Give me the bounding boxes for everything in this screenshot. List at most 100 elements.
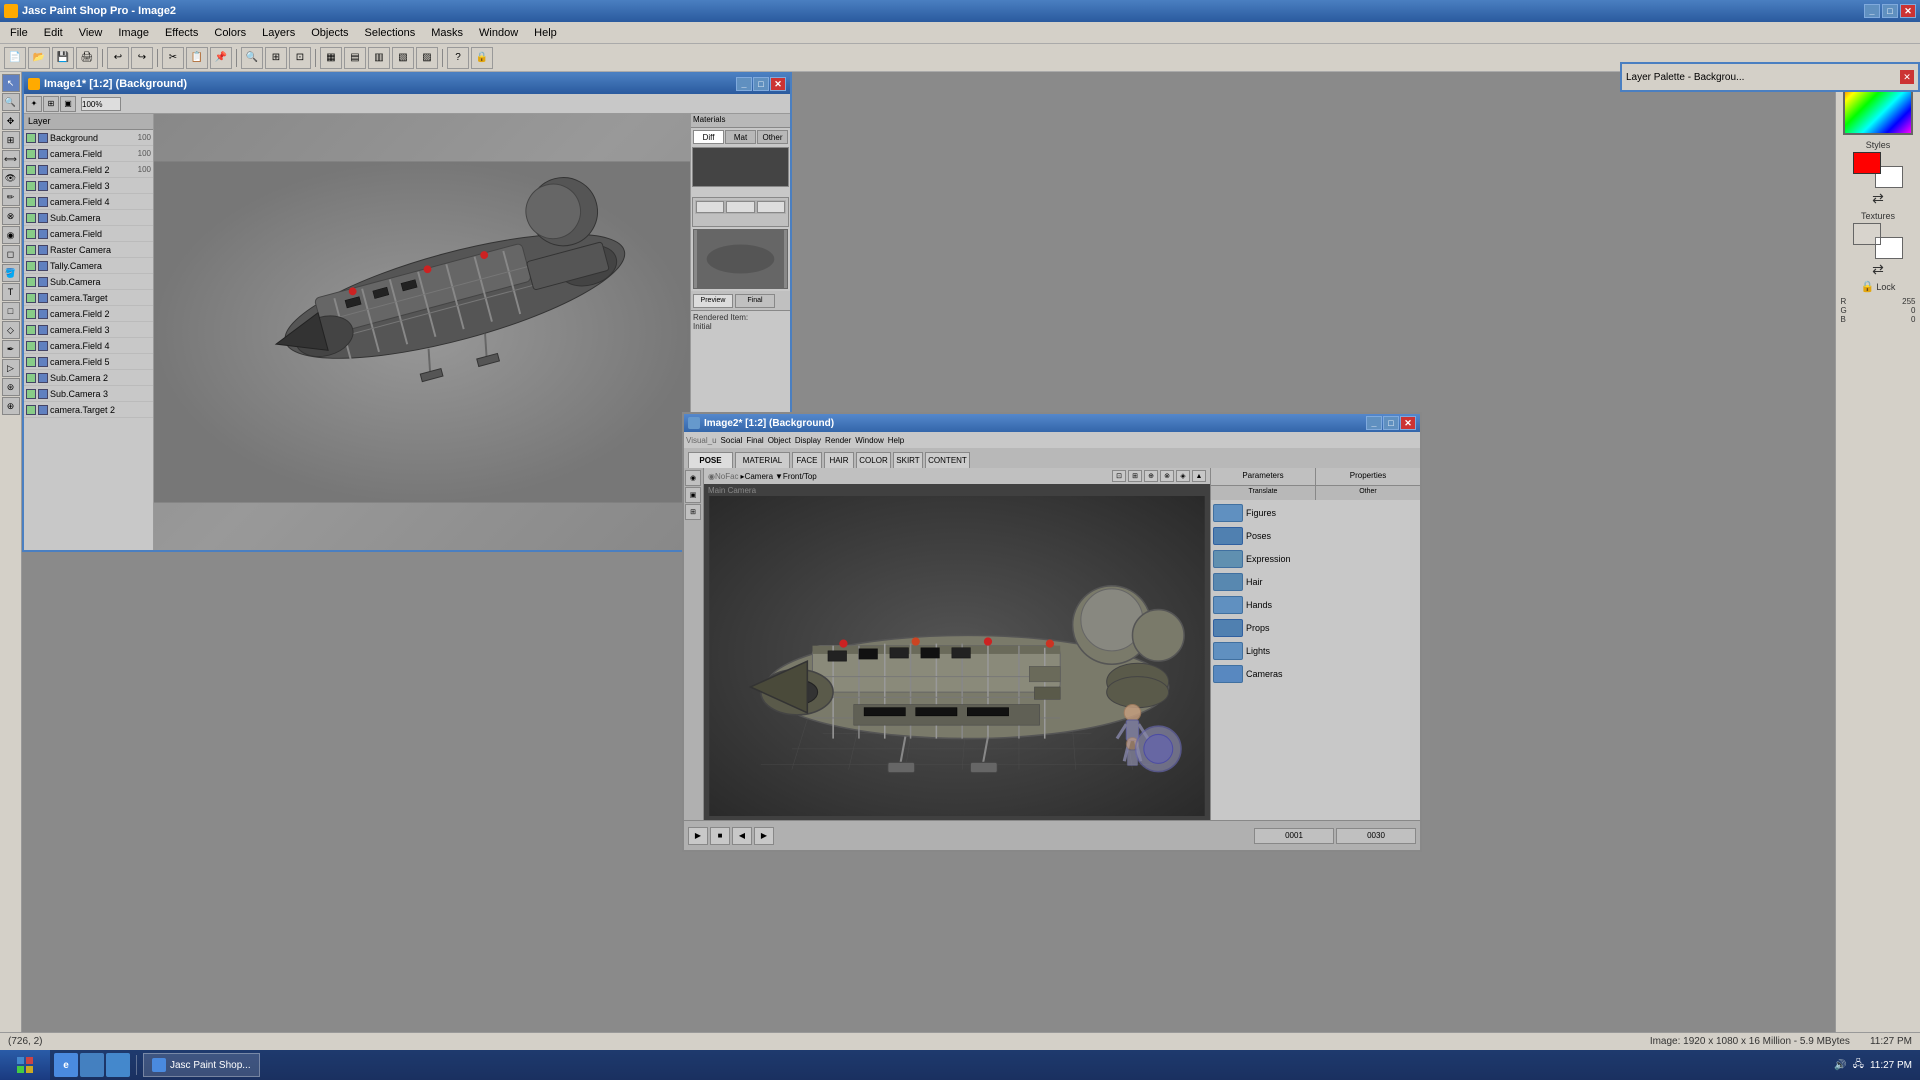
layer-visibility-16[interactable]: [26, 389, 36, 399]
panel-item-figures[interactable]: Figures: [1213, 502, 1418, 524]
eraser-tool[interactable]: ◻: [2, 245, 20, 263]
text-tool[interactable]: T: [2, 283, 20, 301]
tab-diff[interactable]: Diff: [693, 130, 724, 144]
poser-close-btn[interactable]: ✕: [1400, 416, 1416, 430]
select-tool[interactable]: ↖: [2, 74, 20, 92]
view-icon-5[interactable]: ◈: [1176, 470, 1190, 482]
redo-button[interactable]: ↪: [131, 47, 153, 69]
tool-btn-8[interactable]: ▧: [392, 47, 414, 69]
layer-row-2[interactable]: camera.Field 2 100: [24, 162, 153, 178]
minimize-button[interactable]: _: [1864, 4, 1880, 18]
save-button[interactable]: 💾: [52, 47, 74, 69]
poser-tab-properties[interactable]: Properties: [1316, 468, 1420, 486]
tool-btn-5[interactable]: ▦: [320, 47, 342, 69]
poser-menu-final[interactable]: Final: [746, 436, 763, 445]
layer-row-7[interactable]: Raster Camera: [24, 242, 153, 258]
undo-button[interactable]: ↩: [107, 47, 129, 69]
poser-3d-viewport[interactable]: [704, 496, 1210, 816]
layer-row-8[interactable]: Tally.Camera: [24, 258, 153, 274]
layer-row-3[interactable]: camera.Field 3: [24, 178, 153, 194]
view-icon-1[interactable]: ⊡: [1112, 470, 1126, 482]
poser-menu-window[interactable]: Window: [855, 436, 883, 445]
layer-row-14[interactable]: camera.Field 5: [24, 354, 153, 370]
paint-tool[interactable]: ✏: [2, 188, 20, 206]
panel-item-hair[interactable]: Hair: [1213, 571, 1418, 593]
swap-colors-icon[interactable]: ⇄: [1872, 190, 1884, 207]
view-icon-3[interactable]: ⊕: [1144, 470, 1158, 482]
layer-row-10[interactable]: camera.Target: [24, 290, 153, 306]
zoom-in-button[interactable]: 🔍: [241, 47, 263, 69]
menu-image[interactable]: Image: [110, 25, 157, 41]
mesh-warp-tool[interactable]: ⊕: [2, 397, 20, 415]
poser-menu-display[interactable]: Display: [795, 436, 821, 445]
poser-menu-render[interactable]: Render: [825, 436, 851, 445]
image1-close-btn[interactable]: ✕: [770, 77, 786, 91]
layer-visibility-6[interactable]: [26, 229, 36, 239]
layer-visibility-1[interactable]: [26, 149, 36, 159]
tool-btn-9[interactable]: ▨: [416, 47, 438, 69]
menu-help[interactable]: Help: [526, 25, 565, 41]
poser-menu-help[interactable]: Help: [888, 436, 904, 445]
open-button[interactable]: 📂: [28, 47, 50, 69]
poser-stop-btn[interactable]: ■: [710, 827, 730, 845]
tray-volume-icon[interactable]: 🔊: [1834, 1060, 1846, 1071]
layer-visibility-7[interactable]: [26, 245, 36, 255]
layer-row-16[interactable]: Sub.Camera 3: [24, 386, 153, 402]
menu-colors[interactable]: Colors: [206, 25, 254, 41]
fit-button[interactable]: ⊞: [265, 47, 287, 69]
taskbar-paintshop[interactable]: Jasc Paint Shop...: [143, 1053, 260, 1077]
tool-btn-6[interactable]: ▤: [344, 47, 366, 69]
img1-tool-3[interactable]: ▣: [60, 96, 76, 112]
poser-tab-parameters[interactable]: Parameters: [1211, 468, 1316, 486]
pen-tool[interactable]: ✒: [2, 340, 20, 358]
preset-shapes-tool[interactable]: ◇: [2, 321, 20, 339]
close-button[interactable]: ✕: [1900, 4, 1916, 18]
poser-play-btn[interactable]: ▶: [688, 827, 708, 845]
straighten-tool[interactable]: ⟺: [2, 150, 20, 168]
layer-row-13[interactable]: camera.Field 4: [24, 338, 153, 354]
layer-row-12[interactable]: camera.Field 3: [24, 322, 153, 338]
render-tab-1[interactable]: Preview: [693, 294, 733, 308]
layer-visibility-4[interactable]: [26, 197, 36, 207]
layer-row-5[interactable]: Sub.Camera: [24, 210, 153, 226]
maximize-button[interactable]: □: [1882, 4, 1898, 18]
cut-button[interactable]: ✂: [162, 47, 184, 69]
quicklaunch-folder[interactable]: [80, 1053, 104, 1077]
crop-tool[interactable]: ⊞: [2, 131, 20, 149]
quicklaunch-ie[interactable]: e: [54, 1053, 78, 1077]
layer-visibility-10[interactable]: [26, 293, 36, 303]
inner-tab-other[interactable]: Other: [1316, 486, 1420, 500]
retouch-tool[interactable]: ◉: [2, 226, 20, 244]
menu-window[interactable]: Window: [471, 25, 526, 41]
actual-size-button[interactable]: ⊡: [289, 47, 311, 69]
shape-tool[interactable]: □: [2, 302, 20, 320]
image1-maximize-btn[interactable]: □: [753, 77, 769, 91]
image1-minimize-btn[interactable]: _: [736, 77, 752, 91]
layer-visibility-9[interactable]: [26, 277, 36, 287]
mat-btn-2[interactable]: [726, 201, 754, 213]
layer-row-15[interactable]: Sub.Camera 2: [24, 370, 153, 386]
layer-visibility-3[interactable]: [26, 181, 36, 191]
layer-row-1[interactable]: camera.Field 100: [24, 146, 153, 162]
panel-item-hands[interactable]: Hands: [1213, 594, 1418, 616]
tab-other[interactable]: Other: [757, 130, 788, 144]
layer-visibility-17[interactable]: [26, 405, 36, 415]
panel-item-props[interactable]: Props: [1213, 617, 1418, 639]
fill-tool[interactable]: 🪣: [2, 264, 20, 282]
poser-restore-btn[interactable]: □: [1383, 416, 1399, 430]
image1-title-bar[interactable]: Image1* [1:2] (Background) _ □ ✕: [24, 74, 790, 94]
menu-masks[interactable]: Masks: [423, 25, 471, 41]
menu-layers[interactable]: Layers: [254, 25, 303, 41]
layer-row-6[interactable]: camera.Field: [24, 226, 153, 242]
poser-title-bar[interactable]: Image2* [1:2] (Background) _ □ ✕: [684, 414, 1420, 432]
warp-tool[interactable]: ⊛: [2, 378, 20, 396]
layer-visibility-toggle[interactable]: [26, 133, 36, 143]
render-tab-2[interactable]: Final: [735, 294, 775, 308]
layer-visibility-2[interactable]: [26, 165, 36, 175]
mat-btn-1[interactable]: [696, 201, 724, 213]
poser-prev-btn[interactable]: ◀: [732, 827, 752, 845]
start-button[interactable]: [0, 1050, 50, 1080]
mat-btn-3[interactable]: [757, 201, 785, 213]
panel-item-poses[interactable]: Poses: [1213, 525, 1418, 547]
red-eye-tool[interactable]: 👁: [2, 169, 20, 187]
